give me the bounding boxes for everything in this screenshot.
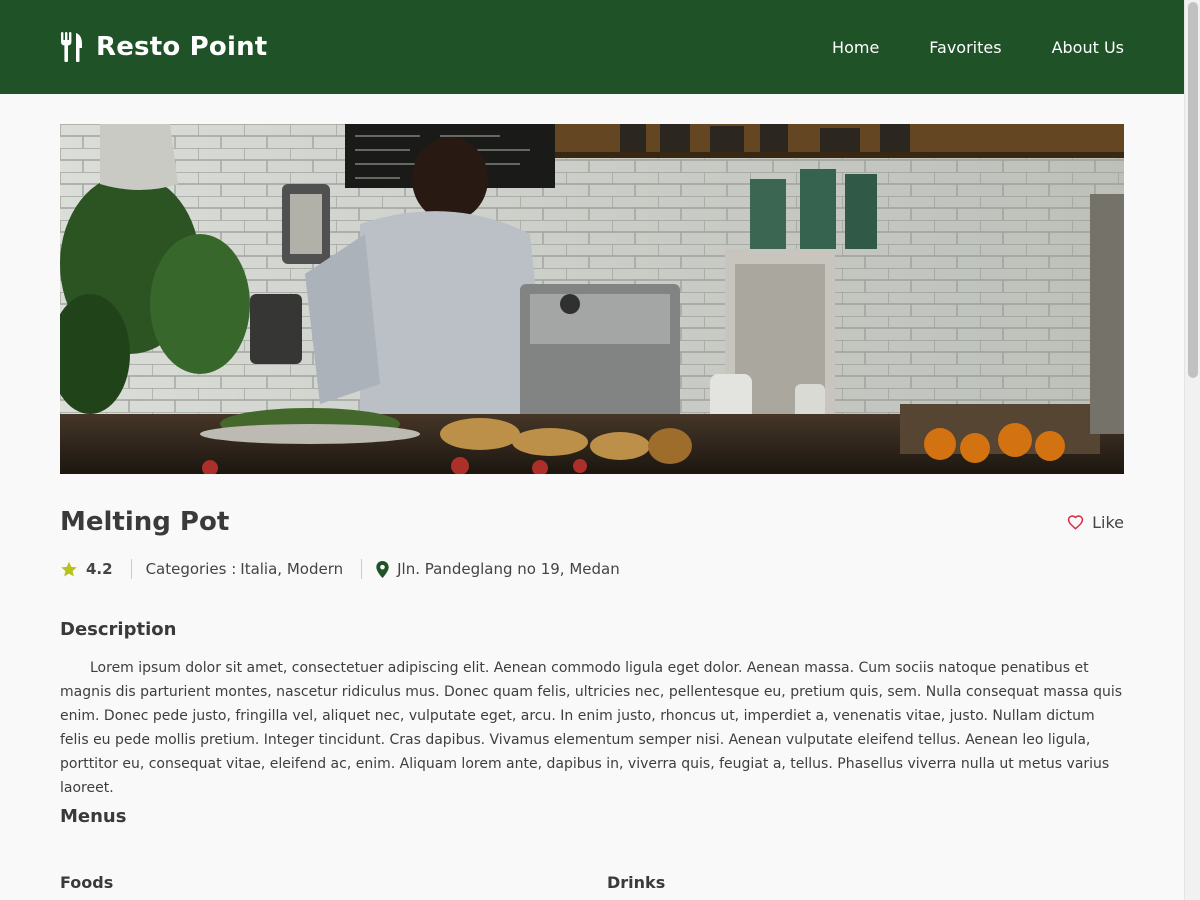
nav-home-link[interactable]: Home xyxy=(832,32,879,63)
nav-favorites-link[interactable]: Favorites xyxy=(929,32,1001,63)
brand[interactable]: Resto Point xyxy=(60,32,267,62)
restaurant-name: Melting Pot xyxy=(60,507,230,537)
page-scrollbar[interactable] xyxy=(1184,0,1200,900)
main-nav: Home Favorites About Us xyxy=(782,32,1124,63)
categories-value: Italia, Modern xyxy=(240,560,344,578)
map-pin-icon xyxy=(376,560,389,578)
address-value: Jln. Pandeglang no 19, Medan xyxy=(397,560,620,578)
app-title: Resto Point xyxy=(96,32,268,62)
app-header: Resto Point Home Favorites About Us xyxy=(0,0,1184,94)
meta-divider xyxy=(361,559,363,579)
drinks-heading: Drinks xyxy=(607,873,666,892)
foods-heading: Foods xyxy=(60,873,114,892)
description-text: Lorem ipsum dolor sit amet, consectetuer… xyxy=(60,660,1123,796)
menus-heading: Menus xyxy=(60,806,127,827)
description-heading: Description xyxy=(60,619,177,640)
rating-value: 4.2 xyxy=(86,560,113,578)
restaurant-meta: 4.2 Categories : Italia, Modern Jln. Pan… xyxy=(60,557,620,581)
meta-divider xyxy=(130,559,132,579)
utensils-icon xyxy=(61,32,82,62)
rating: 4.2 xyxy=(60,560,113,578)
categories-label: Categories : xyxy=(145,560,237,578)
nav-about-link[interactable]: About Us xyxy=(1052,32,1124,63)
address: Jln. Pandeglang no 19, Medan xyxy=(376,560,620,578)
scrollbar-thumb[interactable] xyxy=(1188,2,1198,378)
like-label: Like xyxy=(1092,512,1124,532)
heart-icon xyxy=(1067,515,1084,530)
categories: Categories : Italia, Modern xyxy=(146,560,344,578)
restaurant-title-row: Melting Pot Like xyxy=(60,505,1124,539)
like-button[interactable]: Like xyxy=(1067,513,1124,532)
restaurant-hero-image xyxy=(60,124,1124,474)
star-icon xyxy=(61,561,77,577)
